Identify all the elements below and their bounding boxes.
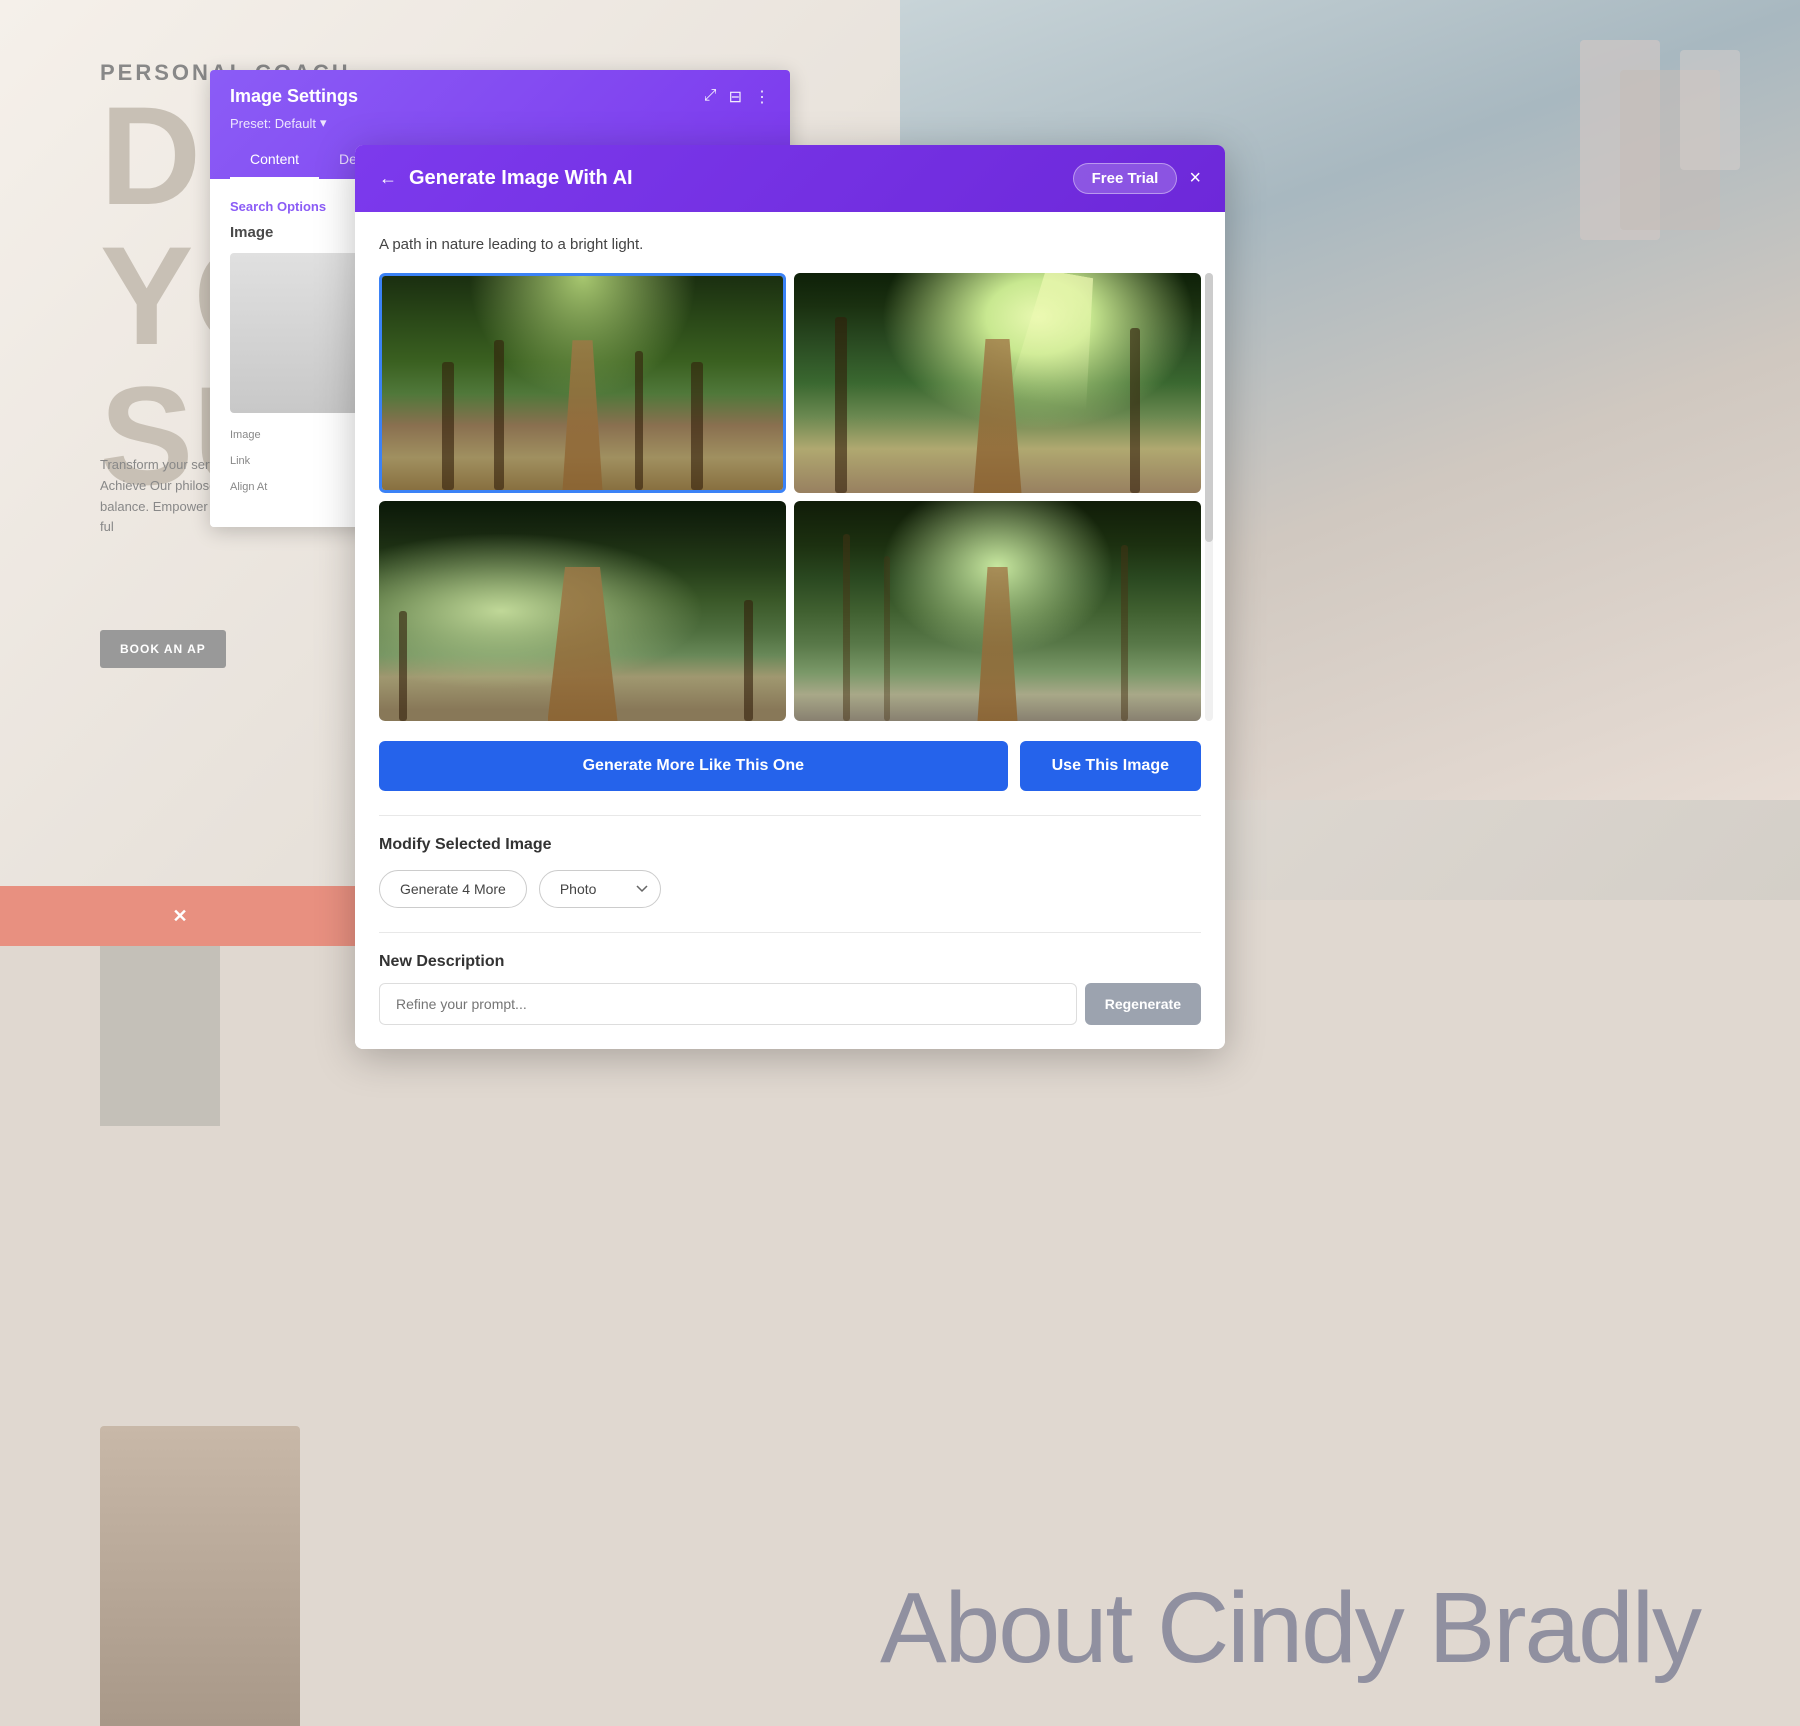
forest-image-2 <box>794 273 1201 493</box>
panel-preset[interactable]: Preset: Default ▾ <box>230 115 770 131</box>
ai-image-cell-4[interactable] <box>794 501 1201 721</box>
ai-dialog-title: Generate Image With AI <box>409 167 633 190</box>
ai-image-cell-1[interactable] <box>379 273 786 493</box>
panel-title-row: Image Settings ⤢ ⊟ ⋮ <box>230 86 770 107</box>
tree-2 <box>494 340 504 490</box>
bg-salmon-bar: ✕ <box>0 886 360 946</box>
tree-10 <box>884 556 890 721</box>
bg-gray-rect <box>100 926 220 1126</box>
ai-dialog-header: ← Generate Image With AI Free Trial × <box>355 145 1225 212</box>
panel-icons: ⤢ ⊟ ⋮ <box>704 87 770 107</box>
forest-image-3 <box>379 501 786 721</box>
forest-image-4 <box>794 501 1201 721</box>
light-beam <box>1007 273 1109 411</box>
forest-image-1 <box>382 276 783 490</box>
bg-book-button: BOOK AN AP <box>100 630 226 668</box>
ai-dialog-right: Free Trial × <box>1073 163 1201 194</box>
regenerate-button[interactable]: Regenerate <box>1085 983 1201 1025</box>
free-trial-badge[interactable]: Free Trial <box>1073 163 1178 194</box>
tree-3 <box>691 362 703 490</box>
path-3 <box>548 567 618 721</box>
ai-images-area <box>379 273 1201 721</box>
ai-image-cell-3[interactable] <box>379 501 786 721</box>
ai-action-buttons: Generate More Like This One Use This Ima… <box>379 741 1201 791</box>
close-button[interactable]: × <box>1189 167 1201 190</box>
tab-content[interactable]: Content <box>230 141 319 179</box>
tree-6 <box>1130 328 1140 493</box>
expand-icon[interactable]: ⤢ <box>704 87 717 107</box>
scroll-bar[interactable] <box>1205 273 1213 721</box>
bg-about-title: About Cindy Bradly <box>880 1571 1700 1686</box>
modify-section-title: Modify Selected Image <box>379 836 1201 854</box>
generate-more-button[interactable]: Generate More Like This One <box>379 741 1008 791</box>
bg-x-icon: ✕ <box>172 906 187 927</box>
bg-person-image <box>100 1426 300 1726</box>
back-arrow-icon[interactable]: ← <box>379 168 397 189</box>
new-desc-row: Regenerate <box>379 983 1201 1025</box>
ai-dialog-body: A path in nature leading to a bright lig… <box>355 212 1225 1049</box>
tree-11 <box>1121 545 1128 721</box>
path-1 <box>558 340 608 490</box>
use-image-button[interactable]: Use This Image <box>1020 741 1201 791</box>
ai-generate-dialog: ← Generate Image With AI Free Trial × A … <box>355 145 1225 1049</box>
ai-dialog-title-area: ← Generate Image With AI <box>379 167 633 190</box>
tree-4 <box>635 351 643 490</box>
section-divider-2 <box>379 932 1201 933</box>
ai-modify-controls: Generate 4 More Photo Art Illustration W… <box>379 870 1201 908</box>
columns-icon[interactable]: ⊟ <box>729 87 742 107</box>
style-select[interactable]: Photo Art Illustration Watercolor <box>539 870 661 908</box>
panel-title: Image Settings <box>230 86 358 107</box>
ai-images-grid <box>379 273 1201 721</box>
scroll-thumb <box>1205 273 1213 542</box>
generate-4-button[interactable]: Generate 4 More <box>379 870 527 908</box>
tree-1 <box>442 362 454 490</box>
more-icon[interactable]: ⋮ <box>754 87 770 107</box>
tree-8 <box>744 600 753 721</box>
section-divider <box>379 815 1201 816</box>
tree-5 <box>835 317 847 493</box>
path-4 <box>973 567 1023 721</box>
new-description-title: New Description <box>379 953 1201 971</box>
prompt-input[interactable] <box>379 983 1077 1025</box>
ai-image-cell-2[interactable] <box>794 273 1201 493</box>
ai-prompt-text: A path in nature leading to a bright lig… <box>379 236 1201 253</box>
tree-7 <box>399 611 407 721</box>
tree-9 <box>843 534 850 721</box>
